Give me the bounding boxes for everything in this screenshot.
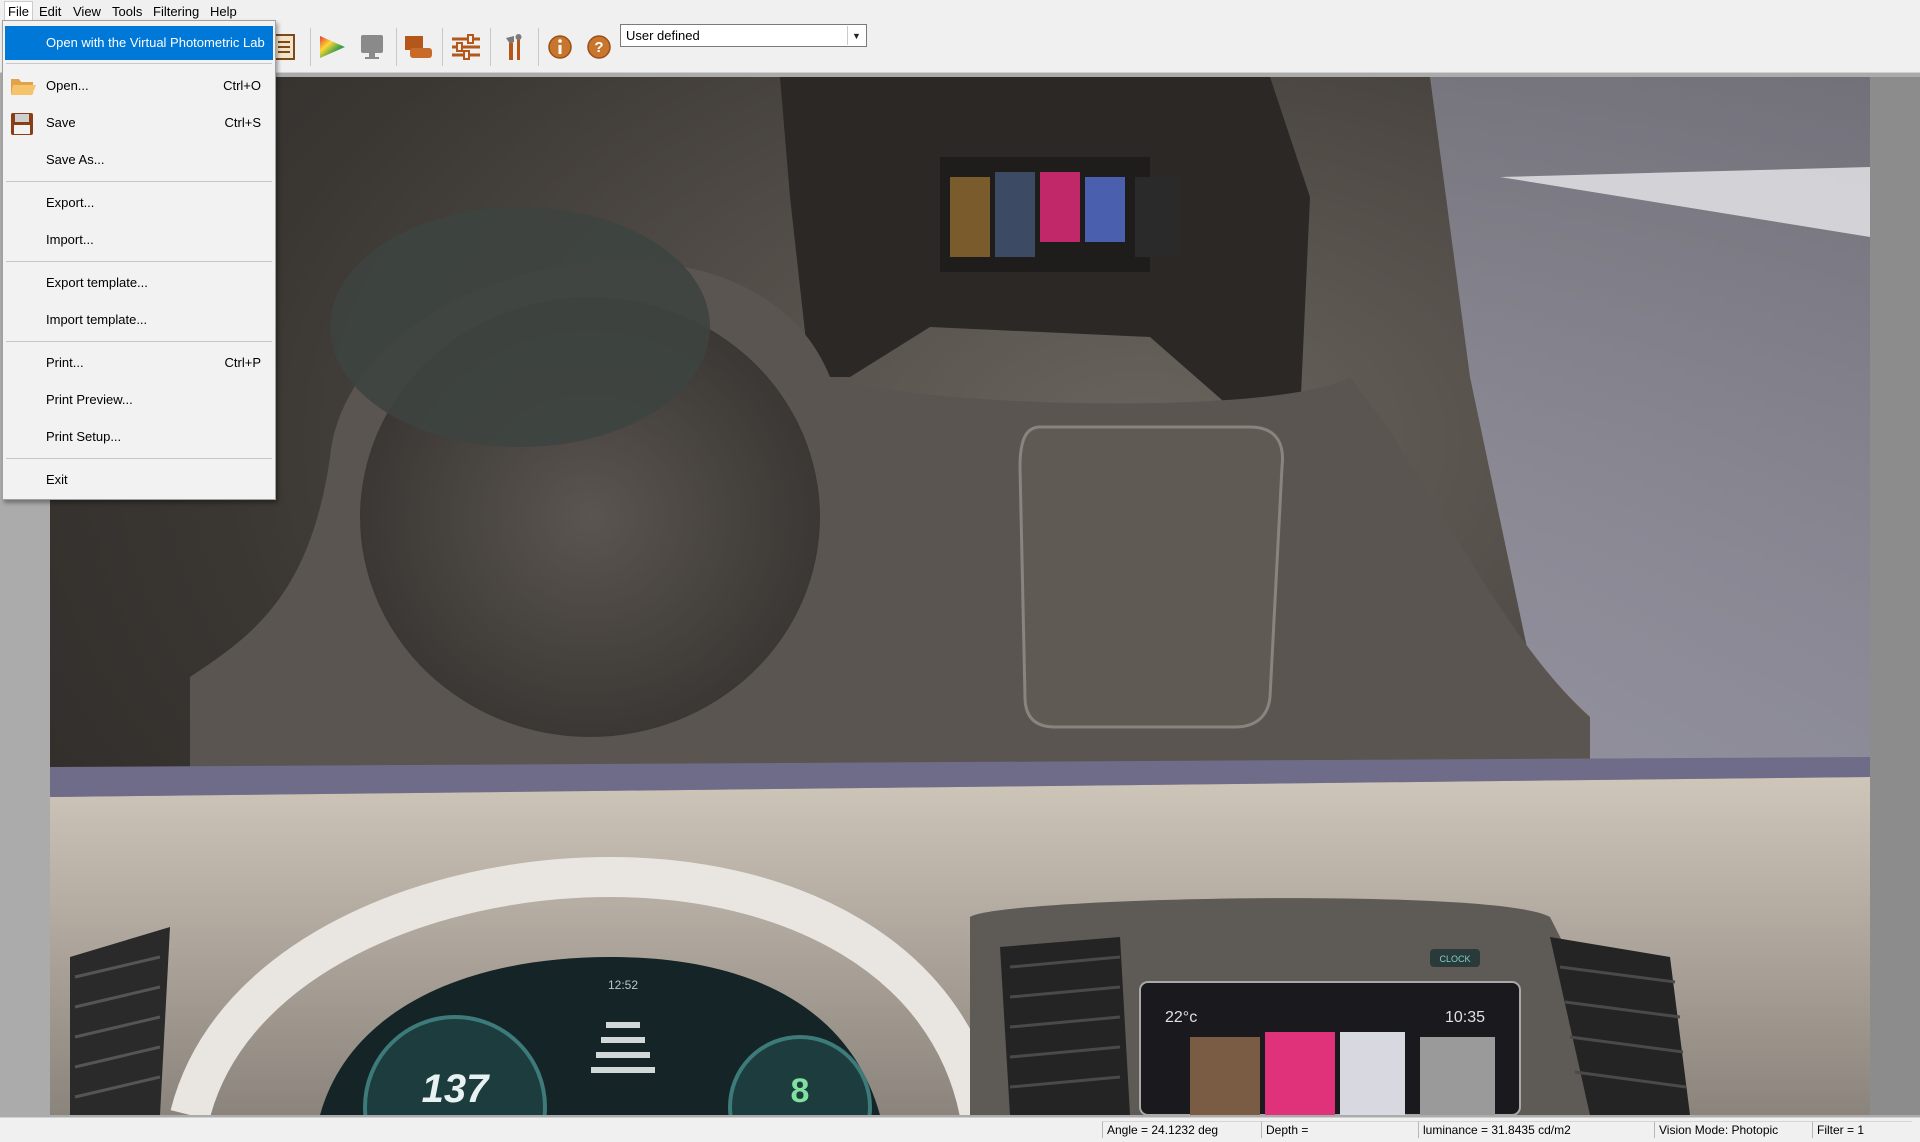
toolbar-separator [442, 28, 443, 66]
tools-icon[interactable] [496, 29, 532, 65]
status-vision-mode: Vision Mode: Photopic [1654, 1121, 1814, 1138]
menu-item-label: Save [46, 115, 76, 130]
menu-item-label: Print... [46, 355, 84, 370]
menu-item-label: Export template... [46, 275, 148, 290]
menu-separator [6, 261, 272, 262]
screen-temperature: 22°c [1165, 1009, 1197, 1026]
canvas-area: 137 8 12:52 22°c 10:35 CLOCK [0, 73, 1920, 1117]
file-menu-dropdown: Open with the Virtual Photometric Lab Op… [2, 20, 276, 500]
sliders-icon[interactable] [448, 29, 484, 65]
menu-item-shortcut: Ctrl+P [224, 355, 261, 370]
menu-item-label: Print Setup... [46, 429, 122, 444]
menu-edit[interactable]: Edit [36, 2, 64, 21]
status-luminance: luminance = 31.8435 cd/m2 [1418, 1121, 1656, 1138]
color-triangle-icon[interactable] [314, 29, 350, 65]
menu-separator [6, 341, 272, 342]
chevron-down-icon[interactable]: ▼ [847, 26, 865, 45]
menu-item-print-preview[interactable]: Print Preview... [5, 385, 273, 415]
menu-item-open[interactable]: Open... Ctrl+O [5, 71, 273, 101]
status-bar: Angle = 24.1232 deg Depth = luminance = … [0, 1117, 1920, 1142]
menu-separator [6, 63, 272, 64]
menu-bar: File Edit View Tools Filtering Help [0, 0, 1920, 22]
menu-separator [6, 458, 272, 459]
info-icon[interactable] [542, 29, 578, 65]
menu-tools[interactable]: Tools [109, 2, 145, 21]
status-filter: Filter = 1 [1812, 1121, 1912, 1138]
toolbar: ? User defined ▼ [0, 22, 1920, 73]
menu-item-shortcut: Ctrl+O [223, 78, 261, 93]
help-icon[interactable]: ? [581, 29, 617, 65]
display-icon[interactable] [400, 29, 436, 65]
menu-item-label: Open... [46, 78, 89, 93]
canvas-margin [1870, 77, 1920, 1115]
cluster-time: 12:52 [608, 978, 638, 992]
preset-select-value: User defined [626, 28, 700, 43]
menu-item-open-virtual-photometric-lab[interactable]: Open with the Virtual Photometric Lab [5, 26, 273, 60]
menu-item-import[interactable]: Import... [5, 225, 273, 255]
menu-item-save-as[interactable]: Save As... [5, 145, 273, 175]
menu-filtering[interactable]: Filtering [150, 2, 202, 21]
menu-item-label: Import template... [46, 312, 148, 327]
preset-select[interactable]: User defined ▼ [620, 24, 867, 47]
menu-item-label: Export... [46, 195, 95, 210]
menu-help-label: Help [210, 4, 237, 19]
menu-help[interactable]: Help [207, 2, 240, 21]
status-angle: Angle = 24.1232 deg [1102, 1121, 1262, 1138]
menu-edit-label: Edit [39, 4, 62, 19]
menu-item-export[interactable]: Export... [5, 188, 273, 218]
menu-item-label: Save As... [46, 152, 105, 167]
menu-filtering-label: Filtering [153, 4, 200, 19]
photometric-render-image[interactable]: 137 8 12:52 22°c 10:35 CLOCK [50, 77, 1870, 1115]
toolbar-separator [310, 28, 311, 66]
menu-item-exit[interactable]: Exit [5, 465, 273, 495]
svg-text:?: ? [594, 39, 603, 56]
monitor-icon[interactable] [354, 29, 390, 65]
open-folder-icon [9, 75, 36, 97]
menu-item-label: Exit [46, 472, 68, 487]
menu-file-label: File [8, 4, 29, 19]
menu-item-print[interactable]: Print... Ctrl+P [5, 348, 273, 378]
menu-file[interactable]: File [4, 1, 33, 21]
cluster-speed: 137 [422, 1067, 490, 1111]
clock-button-label: CLOCK [1439, 954, 1470, 964]
menu-view[interactable]: View [70, 2, 104, 21]
menu-view-label: View [73, 4, 101, 19]
menu-item-export-template[interactable]: Export template... [5, 268, 273, 298]
menu-separator [6, 181, 272, 182]
toolbar-separator [396, 28, 397, 66]
menu-item-shortcut: Ctrl+S [224, 115, 261, 130]
floppy-disk-icon [9, 112, 35, 135]
screen-time: 10:35 [1445, 1009, 1485, 1026]
menu-item-print-setup[interactable]: Print Setup... [5, 422, 273, 452]
menu-tools-label: Tools [112, 4, 143, 19]
status-depth: Depth = [1261, 1121, 1419, 1138]
cluster-gear: 8 [791, 1072, 810, 1110]
menu-item-import-template[interactable]: Import template... [5, 305, 273, 335]
toolbar-separator [490, 28, 491, 66]
menu-item-label: Import... [46, 232, 94, 247]
menu-item-label: Open with the Virtual Photometric Lab [46, 35, 265, 50]
menu-item-label: Print Preview... [46, 392, 133, 407]
menu-item-save[interactable]: Save Ctrl+S [5, 108, 273, 138]
toolbar-separator [538, 28, 539, 66]
